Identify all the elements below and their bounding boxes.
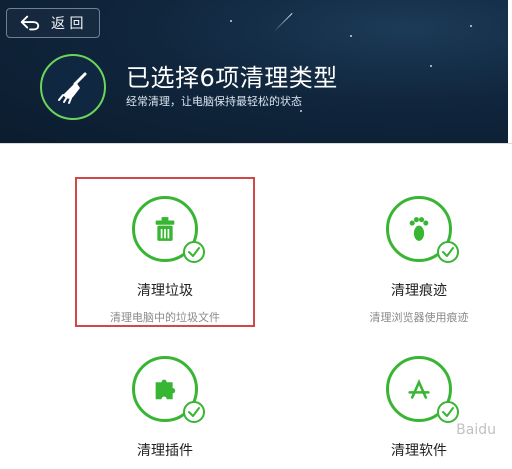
card-label: 清理软件 [391, 443, 447, 459]
star [300, 110, 302, 112]
checked-badge[interactable] [437, 401, 459, 423]
card-clean-plugins[interactable]: 清理插件 [90, 356, 240, 469]
checked-badge[interactable] [183, 401, 205, 423]
card-icon-circle [132, 356, 205, 423]
footprint-icon [409, 217, 429, 241]
shooting-star [273, 12, 293, 33]
check-icon [188, 407, 200, 417]
app-store-icon [408, 379, 430, 399]
selection-highlight [75, 177, 255, 327]
check-icon [442, 247, 454, 257]
broom-icon [58, 72, 87, 104]
checked-badge[interactable] [437, 241, 459, 263]
star [430, 65, 432, 67]
header-banner: 返 回 已选择6项清理类型 经常清理，让电脑保持最轻松的状态 [0, 0, 508, 143]
card-label: 清理插件 [137, 443, 193, 459]
card-icon-circle [386, 356, 459, 423]
card-clean-traces[interactable]: 清理痕迹 清理浏览器使用痕迹 [344, 196, 494, 325]
star [350, 35, 352, 37]
star [230, 20, 232, 22]
card-description: 清理浏览器使用痕迹 [369, 311, 469, 324]
card-icon-circle [386, 196, 459, 263]
puzzle-icon [155, 379, 176, 400]
star [470, 25, 472, 27]
back-button[interactable]: 返 回 [6, 8, 100, 38]
page-title: 已选择6项清理类型 [126, 64, 338, 92]
back-arrow-icon [20, 15, 40, 31]
card-clean-software[interactable]: 清理软件 [344, 356, 494, 469]
broom-logo [40, 54, 106, 120]
header-divider [0, 143, 512, 144]
back-button-label: 返 回 [51, 16, 84, 32]
check-icon [442, 407, 454, 417]
watermark: Baidu [456, 422, 496, 438]
card-label: 清理痕迹 [391, 283, 447, 299]
page-subtitle: 经常清理，让电脑保持最轻松的状态 [126, 95, 302, 108]
